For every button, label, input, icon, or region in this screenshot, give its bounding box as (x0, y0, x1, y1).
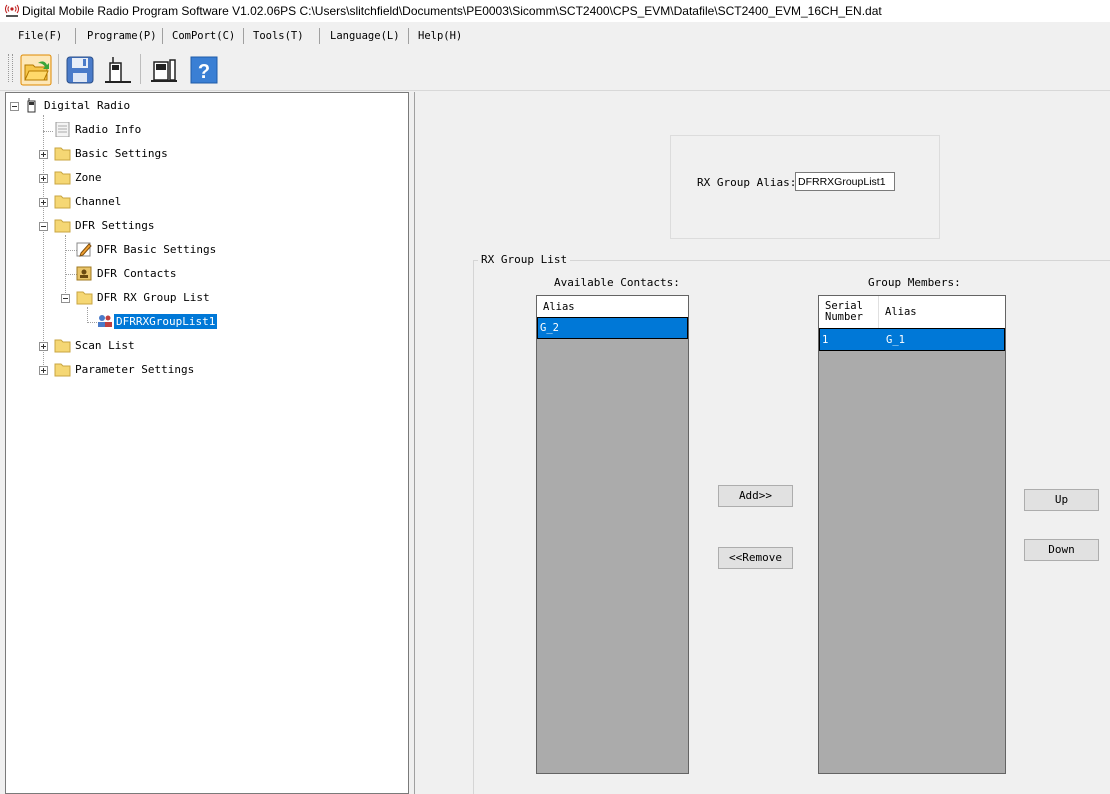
expand-icon[interactable] (39, 198, 48, 207)
menu-language[interactable]: Language(L) (330, 30, 400, 42)
add-button[interactable]: Add>> (718, 485, 793, 507)
menu-tools[interactable]: Tools(T) (253, 30, 304, 42)
move-up-button[interactable]: Up (1024, 489, 1099, 511)
navigation-tree: Digital Radio Radio Info Basic Settings … (5, 92, 409, 794)
save-disk-icon[interactable] (64, 54, 96, 86)
tree-label: DFR Settings (75, 219, 155, 232)
collapse-icon[interactable] (10, 102, 19, 111)
tree-item-basic-settings[interactable]: Basic Settings (6, 145, 406, 165)
column-header-alias[interactable]: Alias (543, 302, 575, 313)
svg-text:?: ? (198, 61, 210, 83)
tree-item-dfr-contacts[interactable]: DFR Contacts (6, 265, 406, 285)
group-members-label: Group Members: (868, 276, 961, 289)
folder-icon (54, 195, 71, 209)
tree-label: DFR RX Group List (97, 291, 210, 304)
column-header-alias[interactable]: Alias (885, 307, 917, 318)
tree-item-channel[interactable]: Channel (6, 193, 406, 213)
contact-card-icon (76, 266, 92, 281)
tree-item-parameter-settings[interactable]: Parameter Settings (6, 361, 406, 381)
toolbar: ? (0, 46, 1110, 91)
expand-icon[interactable] (39, 174, 48, 183)
tree-label: DFR Contacts (97, 267, 177, 280)
tree-item-dfr-settings[interactable]: DFR Settings (6, 217, 406, 237)
group-users-icon (98, 315, 112, 327)
tree-label: Basic Settings (75, 147, 168, 160)
available-contacts-list[interactable]: Alias G_2 (536, 295, 689, 774)
help-icon[interactable]: ? (188, 54, 220, 86)
cell-serial-number: 1 (822, 334, 829, 346)
toolbar-separator (58, 54, 59, 84)
collapse-icon[interactable] (61, 294, 70, 303)
tree-label: DFR Basic Settings (97, 243, 217, 256)
cell-alias: G_1 (886, 334, 905, 346)
move-down-button[interactable]: Down (1024, 539, 1099, 561)
rx-group-alias-input[interactable] (795, 172, 895, 191)
menu-bar: File(F) Programe(P) ComPort(C) Tools(T) … (0, 22, 1110, 46)
folder-icon (54, 147, 71, 161)
tree-item-scan-list[interactable]: Scan List (6, 337, 406, 357)
menu-separator (408, 28, 409, 44)
rx-group-list-title: RX Group List (478, 253, 571, 266)
list-header: Alias (537, 296, 688, 318)
menu-separator (319, 28, 320, 44)
menu-separator (162, 28, 163, 44)
tree-item-radio-info[interactable]: Radio Info (6, 121, 406, 141)
column-divider[interactable] (878, 296, 879, 328)
toolbar-grip[interactable] (8, 54, 13, 82)
read-radio-icon[interactable] (102, 54, 134, 86)
tree-item-dfr-rx-group-list-1[interactable]: DFRRXGroupList1 (6, 313, 406, 333)
document-icon (55, 122, 70, 137)
expand-icon[interactable] (39, 366, 48, 375)
open-folder-icon[interactable] (20, 54, 52, 86)
tree-label: DFRRXGroupList1 (114, 314, 218, 329)
expand-icon[interactable] (39, 150, 48, 159)
tree-item-dfr-rx-group-list[interactable]: DFR RX Group List (6, 289, 406, 309)
tree-label: Zone (75, 171, 102, 184)
edit-pencil-icon (76, 242, 92, 257)
tree-item-digital-radio[interactable]: Digital Radio (6, 97, 406, 117)
collapse-icon[interactable] (39, 222, 48, 231)
cell-alias: G_2 (540, 322, 559, 334)
column-header-serial-number[interactable]: Serial Number (825, 301, 863, 323)
tree-label: Scan List (75, 339, 135, 352)
menu-programe[interactable]: Programe(P) (87, 30, 157, 42)
folder-open-icon (76, 291, 93, 305)
folder-icon (54, 339, 71, 353)
menu-separator (243, 28, 244, 44)
rx-group-alias-label: RX Group Alias: (697, 176, 797, 189)
folder-icon (54, 363, 71, 377)
folder-open-icon (54, 219, 71, 233)
radio-waves-icon (5, 4, 19, 17)
tree-label: Digital Radio (44, 99, 131, 112)
write-radio-icon[interactable] (148, 54, 180, 86)
list-header: Serial Number Alias (819, 296, 1005, 329)
title-bar: Digital Mobile Radio Program Software V1… (0, 0, 1110, 22)
menu-file[interactable]: File(F) (18, 30, 62, 42)
tree-item-zone[interactable]: Zone (6, 169, 406, 189)
radio-device-icon (27, 98, 36, 113)
tree-label: Parameter Settings (75, 363, 195, 376)
menu-separator (75, 28, 76, 44)
tree-label: Radio Info (75, 123, 142, 136)
tree-item-dfr-basic-settings[interactable]: DFR Basic Settings (6, 241, 406, 261)
tree-label: Channel (75, 195, 122, 208)
header-text: Number (825, 311, 863, 323)
toolbar-separator (140, 54, 141, 84)
group-members-list[interactable]: Serial Number Alias 1 G_1 (818, 295, 1006, 774)
table-row[interactable]: G_2 (537, 317, 688, 339)
window-title: Digital Mobile Radio Program Software V1… (22, 4, 882, 18)
table-row[interactable]: 1 G_1 (819, 328, 1005, 351)
remove-button[interactable]: <<Remove (718, 547, 793, 569)
menu-help[interactable]: Help(H) (418, 30, 462, 42)
expand-icon[interactable] (39, 342, 48, 351)
available-contacts-label: Available Contacts: (554, 276, 680, 289)
folder-icon (54, 171, 71, 185)
menu-comport[interactable]: ComPort(C) (172, 30, 235, 42)
